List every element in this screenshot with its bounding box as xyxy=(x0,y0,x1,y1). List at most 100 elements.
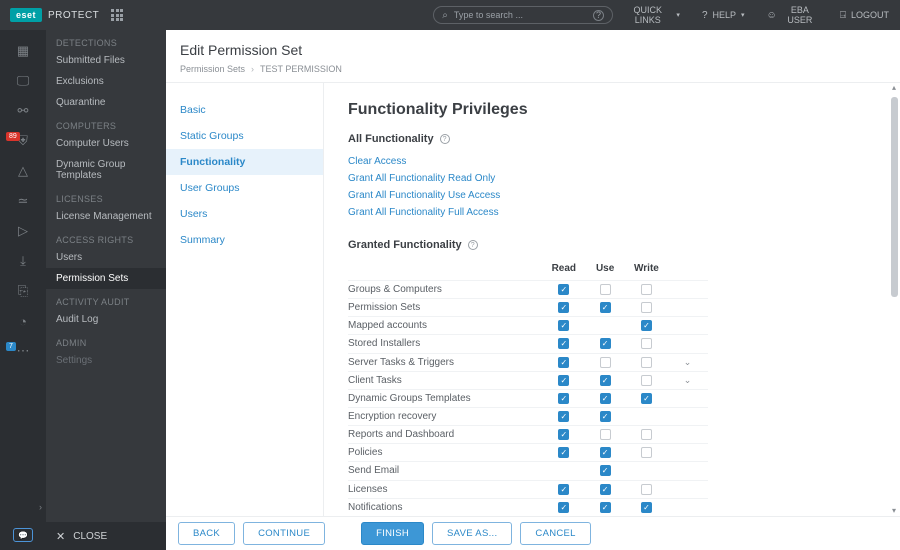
rail-notifications-icon[interactable]: ◔ xyxy=(0,306,46,336)
scroll-down-icon[interactable]: ▾ xyxy=(889,506,899,516)
checkbox[interactable] xyxy=(641,429,652,440)
sidenav-item[interactable]: Dynamic Group Templates xyxy=(46,154,166,186)
functionality-name: Mapped accounts xyxy=(348,317,543,335)
content-scrollbar[interactable]: ▴ ▾ xyxy=(889,83,899,516)
rail-policies-icon[interactable]: ⎘ xyxy=(0,276,46,306)
sidenav-item[interactable]: Permission Sets xyxy=(46,268,166,289)
sidenav-group-label: DETECTIONS xyxy=(46,30,166,50)
checkbox[interactable] xyxy=(641,357,652,368)
sidenav-item[interactable]: Quarantine xyxy=(46,92,166,113)
checkbox[interactable] xyxy=(641,302,652,313)
search-help-icon[interactable]: ? xyxy=(593,10,604,21)
checkbox[interactable]: ✓ xyxy=(600,502,611,513)
scroll-thumb[interactable] xyxy=(891,97,898,297)
rail-detections-icon[interactable]: ⛨89 xyxy=(0,126,46,156)
quick-links-menu[interactable]: QUICK LINKS▾ xyxy=(613,0,691,30)
rail-feedback[interactable]: 💬 xyxy=(0,528,46,542)
quick-action-link[interactable]: Clear Access xyxy=(348,153,876,170)
checkbox[interactable]: ✓ xyxy=(600,447,611,458)
col-read: Read xyxy=(543,259,584,281)
checkbox[interactable]: ✓ xyxy=(558,393,569,404)
checkbox[interactable]: ✓ xyxy=(558,375,569,386)
checkbox[interactable]: ✓ xyxy=(558,447,569,458)
rail-alerts-icon[interactable]: △ xyxy=(0,156,46,186)
checkbox[interactable]: ✓ xyxy=(600,393,611,404)
rail-expand-icon[interactable]: › xyxy=(39,502,42,512)
checkbox[interactable]: ✓ xyxy=(641,393,652,404)
checkbox[interactable]: ✓ xyxy=(600,465,611,476)
rail-tasks-icon[interactable]: ▷ xyxy=(0,216,46,246)
section-tab[interactable]: Basic xyxy=(166,97,323,123)
chevron-down-icon: ▾ xyxy=(676,11,680,19)
checkbox[interactable]: ✓ xyxy=(558,284,569,295)
checkbox[interactable] xyxy=(641,284,652,295)
section-tab[interactable]: Static Groups xyxy=(166,123,323,149)
global-search[interactable]: ⌕ Type to search ... ? xyxy=(433,6,613,24)
save-as-button[interactable]: SAVE AS... xyxy=(432,522,512,545)
rail-installers-icon[interactable]: ⤓ xyxy=(0,246,46,276)
functionality-name: Licenses xyxy=(348,480,543,498)
rail-network-icon[interactable]: ⚯ xyxy=(0,96,46,126)
functionality-name: Stored Installers xyxy=(348,335,543,353)
checkbox[interactable]: ✓ xyxy=(558,320,569,331)
scroll-up-icon[interactable]: ▴ xyxy=(889,83,899,93)
checkbox[interactable]: ✓ xyxy=(600,411,611,422)
checkbox[interactable]: ✓ xyxy=(558,484,569,495)
expand-row-icon[interactable]: ⌄ xyxy=(684,375,692,385)
section-tab[interactable]: Summary xyxy=(166,227,323,253)
sidenav-close-label: CLOSE xyxy=(73,531,107,542)
sidenav-item[interactable]: Submitted Files xyxy=(46,50,166,71)
help-menu[interactable]: ?HELP▾ xyxy=(691,0,756,30)
checkbox[interactable]: ✓ xyxy=(600,375,611,386)
checkbox[interactable]: ✓ xyxy=(600,338,611,349)
sidenav-item[interactable]: License Management xyxy=(46,206,166,227)
checkbox[interactable]: ✓ xyxy=(641,502,652,513)
sidenav-item[interactable]: Computer Users xyxy=(46,133,166,154)
rail-more-icon[interactable]: ⋯7 xyxy=(0,336,46,366)
quick-action-link[interactable]: Grant All Functionality Use Access xyxy=(348,187,876,204)
checkbox[interactable] xyxy=(641,375,652,386)
checkbox[interactable] xyxy=(641,447,652,458)
checkbox[interactable] xyxy=(600,357,611,368)
sidenav-close[interactable]: ✕CLOSE xyxy=(46,522,166,550)
rail-reports-icon[interactable]: ≃ xyxy=(0,186,46,216)
app-grid-icon[interactable] xyxy=(111,9,123,21)
breadcrumb-root[interactable]: Permission Sets xyxy=(180,64,245,74)
checkbox[interactable]: ✓ xyxy=(600,302,611,313)
section-tab[interactable]: Functionality xyxy=(166,149,323,175)
section-tab[interactable]: Users xyxy=(166,201,323,227)
checkbox[interactable] xyxy=(641,338,652,349)
checkbox[interactable] xyxy=(600,429,611,440)
sidenav-item[interactable]: Users xyxy=(46,247,166,268)
quick-action-link[interactable]: Grant All Functionality Full Access xyxy=(348,204,876,221)
checkbox[interactable]: ✓ xyxy=(558,502,569,513)
expand-row-icon[interactable]: ⌄ xyxy=(684,357,692,367)
cancel-button[interactable]: CANCEL xyxy=(520,522,590,545)
quick-action-link[interactable]: Grant All Functionality Read Only xyxy=(348,170,876,187)
sidenav-item[interactable]: Settings xyxy=(46,350,166,371)
section-tab[interactable]: User Groups xyxy=(166,175,323,201)
rail-dashboard-icon[interactable]: ▦ xyxy=(0,36,46,66)
back-button[interactable]: BACK xyxy=(178,522,235,545)
checkbox[interactable] xyxy=(600,284,611,295)
checkbox[interactable]: ✓ xyxy=(558,429,569,440)
functionality-name: Encryption recovery xyxy=(348,407,543,425)
checkbox[interactable]: ✓ xyxy=(641,320,652,331)
checkbox[interactable]: ✓ xyxy=(600,484,611,495)
rail-computers-icon[interactable]: 🖵 xyxy=(0,66,46,96)
sidenav-item[interactable]: Audit Log xyxy=(46,309,166,330)
user-menu[interactable]: ☺EBA USER xyxy=(756,0,829,30)
info-icon[interactable]: ? xyxy=(440,134,450,144)
checkbox[interactable]: ✓ xyxy=(558,338,569,349)
continue-button[interactable]: CONTINUE xyxy=(243,522,325,545)
checkbox[interactable] xyxy=(641,484,652,495)
finish-button[interactable]: FINISH xyxy=(361,522,424,545)
checkbox[interactable]: ✓ xyxy=(558,302,569,313)
logout-button[interactable]: ⍈LOGOUT xyxy=(829,0,900,30)
checkbox[interactable]: ✓ xyxy=(558,411,569,422)
functionality-row: Server Tasks & Triggers✓⌄ xyxy=(348,353,708,371)
sidenav-item[interactable]: Exclusions xyxy=(46,71,166,92)
all-functionality-heading: All Functionality? xyxy=(348,133,876,145)
info-icon[interactable]: ? xyxy=(468,240,478,250)
checkbox[interactable]: ✓ xyxy=(558,357,569,368)
